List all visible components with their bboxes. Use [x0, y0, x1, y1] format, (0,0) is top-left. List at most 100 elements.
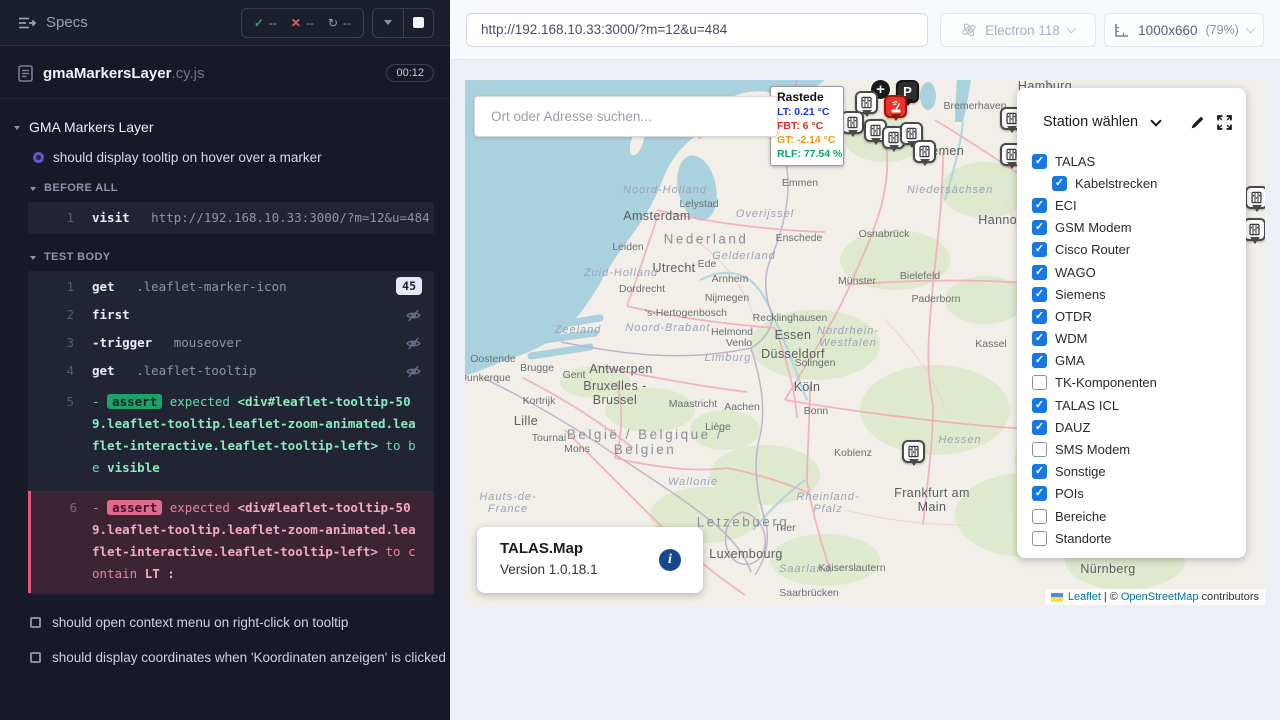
collapse-button[interactable]	[373, 9, 403, 37]
checkbox[interactable]	[1032, 420, 1047, 435]
tooltip-row: FBT: 6 °C	[777, 119, 837, 133]
electron-icon	[961, 22, 977, 38]
cabinet-icon	[1250, 191, 1263, 204]
chevron-down-icon	[14, 126, 20, 133]
pending-test[interactable]: should open context menu on right-click …	[30, 615, 450, 630]
app-under-test: http://192.168.10.33:3000/?m=12&u=484 El…	[450, 0, 1280, 720]
layer-checkbox-row[interactable]: ECI	[1032, 194, 1246, 216]
assert-failed-row[interactable]: 6 - assert expected <div#leaflet-tooltip…	[28, 491, 434, 593]
checkbox[interactable]	[1032, 442, 1047, 457]
before-all-commands: 1 visit http://192.168.10.33:3000/?m=12&…	[28, 202, 434, 234]
station-marker[interactable]	[902, 440, 925, 463]
spec-row[interactable]: gmaMarkersLayer.cy.js 00:12	[0, 46, 450, 99]
station-marker[interactable]	[841, 111, 864, 134]
leaflet-link[interactable]: Leaflet	[1068, 591, 1101, 603]
stat-passed: ✓--	[254, 16, 277, 30]
pending-test-icon	[30, 617, 41, 628]
checkbox[interactable]	[1032, 287, 1047, 302]
station-marker[interactable]	[1245, 186, 1265, 209]
pending-test-icon	[30, 652, 41, 663]
layer-checkbox-row[interactable]: TALAS	[1032, 150, 1246, 172]
layer-label: Kabelstrecken	[1075, 176, 1157, 191]
before-all-section[interactable]: BEFORE ALL	[30, 182, 450, 194]
layer-checkbox-row[interactable]: Siemens	[1032, 283, 1246, 305]
layer-checkbox-row[interactable]: SMS Modem	[1032, 438, 1246, 460]
marker-tooltip: Rastede LT: 0.21 °C FBT: 6 °C GT: -2.14 …	[770, 86, 844, 166]
layer-checkbox-row[interactable]: Bereiche	[1032, 505, 1246, 527]
command-row[interactable]: 1 get .leaflet-marker-icon 45	[28, 273, 434, 301]
passed-icon: ✓	[254, 16, 264, 30]
pending-test[interactable]: should display coordinates when 'Koordin…	[30, 650, 450, 665]
checkbox[interactable]	[1032, 154, 1047, 169]
tooltip-row: RLF: 77.54 %	[777, 147, 837, 161]
checkbox[interactable]	[1032, 509, 1047, 524]
checkbox[interactable]	[1032, 353, 1047, 368]
checkbox[interactable]	[1032, 309, 1047, 324]
leaflet-map[interactable]: HamburgBremerhavenBremenNiedersächsenEmm…	[465, 80, 1265, 605]
cabinet-icon	[907, 445, 920, 458]
chevron-down-icon	[30, 256, 36, 263]
hovered-station-marker[interactable]	[884, 95, 907, 118]
layer-checkbox-row[interactable]: Cisco Router	[1032, 239, 1246, 261]
checkbox[interactable]	[1052, 176, 1067, 191]
station-marker[interactable]	[1243, 218, 1265, 241]
fullscreen-expand-icon[interactable]	[1217, 115, 1232, 130]
checkbox[interactable]	[1032, 265, 1047, 280]
layer-checkbox-row[interactable]: GMA	[1032, 350, 1246, 372]
station-select-label: Station wählen	[1043, 114, 1138, 130]
checkbox[interactable]	[1032, 198, 1047, 213]
checkbox[interactable]	[1032, 398, 1047, 413]
spec-file-icon	[18, 65, 33, 82]
stop-button[interactable]	[403, 9, 433, 37]
cypress-reporter: Specs ✓-- ✕-- ↻-- gmaMarkersLayer.cy.js …	[0, 0, 450, 720]
tooltip-row: LT: 0.21 °C	[777, 105, 837, 119]
suite-title[interactable]: GMA Markers Layer	[14, 119, 450, 135]
chevron-down-icon	[30, 187, 36, 194]
layer-checkbox-row[interactable]: TK-Komponenten	[1032, 372, 1246, 394]
command-row[interactable]: 4 get .leaflet-tooltip	[28, 357, 434, 385]
assert-badge: assert	[107, 500, 162, 515]
layer-checkbox-row[interactable]: Standorte	[1032, 527, 1246, 549]
checkbox[interactable]	[1032, 531, 1047, 546]
layer-label: Standorte	[1055, 531, 1111, 546]
search-input[interactable]	[474, 96, 778, 137]
layer-checkbox-row[interactable]: Sonstige	[1032, 461, 1246, 483]
checkbox[interactable]	[1032, 375, 1047, 390]
layer-checkbox-row[interactable]: GSM Modem	[1032, 217, 1246, 239]
checkbox[interactable]	[1032, 242, 1047, 257]
checkbox[interactable]	[1032, 331, 1047, 346]
checkbox[interactable]	[1032, 220, 1047, 235]
hidden-eye-icon	[405, 363, 422, 380]
url-bar[interactable]: http://192.168.10.33:3000/?m=12&u=484	[466, 13, 928, 47]
test-title[interactable]: should display tooltip on hover over a m…	[33, 150, 450, 165]
pending-icon: ↻	[328, 16, 338, 30]
viewport-selector[interactable]: 1000x660 (79%)	[1104, 13, 1264, 47]
command-row[interactable]: 3 -trigger mouseover	[28, 329, 434, 357]
info-icon[interactable]: i	[659, 549, 681, 571]
layer-label: GMA	[1055, 353, 1085, 368]
layer-checkbox-row[interactable]: POIs	[1032, 483, 1246, 505]
map-attribution: Leaflet | © OpenStreetMap contributors	[1045, 589, 1265, 605]
osm-link[interactable]: OpenStreetMap	[1121, 591, 1199, 603]
browser-selector[interactable]: Electron 118	[940, 13, 1096, 47]
layer-checkbox-row[interactable]: OTDR	[1032, 305, 1246, 327]
edit-pencil-icon[interactable]	[1190, 115, 1205, 130]
chevron-down-icon	[1245, 23, 1255, 33]
test-tree: GMA Markers Layer should display tooltip…	[0, 99, 450, 665]
layer-checkbox-row[interactable]: WAGO	[1032, 261, 1246, 283]
station-marker[interactable]	[913, 140, 936, 163]
layer-checkbox-row[interactable]: DAUZ	[1032, 416, 1246, 438]
checkbox[interactable]	[1032, 464, 1047, 479]
command-row[interactable]: 1 visit http://192.168.10.33:3000/?m=12&…	[28, 204, 434, 232]
layer-checkbox-row[interactable]: Kabelstrecken	[1032, 172, 1246, 194]
spec-duration: 00:12	[386, 64, 434, 82]
assert-passed-row[interactable]: 5 - assert expected <div#leaflet-tooltip…	[28, 385, 434, 487]
test-body-section[interactable]: TEST BODY	[30, 251, 450, 263]
chevron-down-icon[interactable]	[1150, 115, 1161, 126]
specs-menu-button[interactable]: Specs	[18, 14, 88, 31]
command-row[interactable]: 2 first	[28, 301, 434, 329]
layer-checkbox-row[interactable]: TALAS ICL	[1032, 394, 1246, 416]
checkbox[interactable]	[1032, 486, 1047, 501]
run-stats: ✓-- ✕-- ↻--	[241, 8, 364, 38]
layer-checkbox-row[interactable]: WDM	[1032, 328, 1246, 350]
